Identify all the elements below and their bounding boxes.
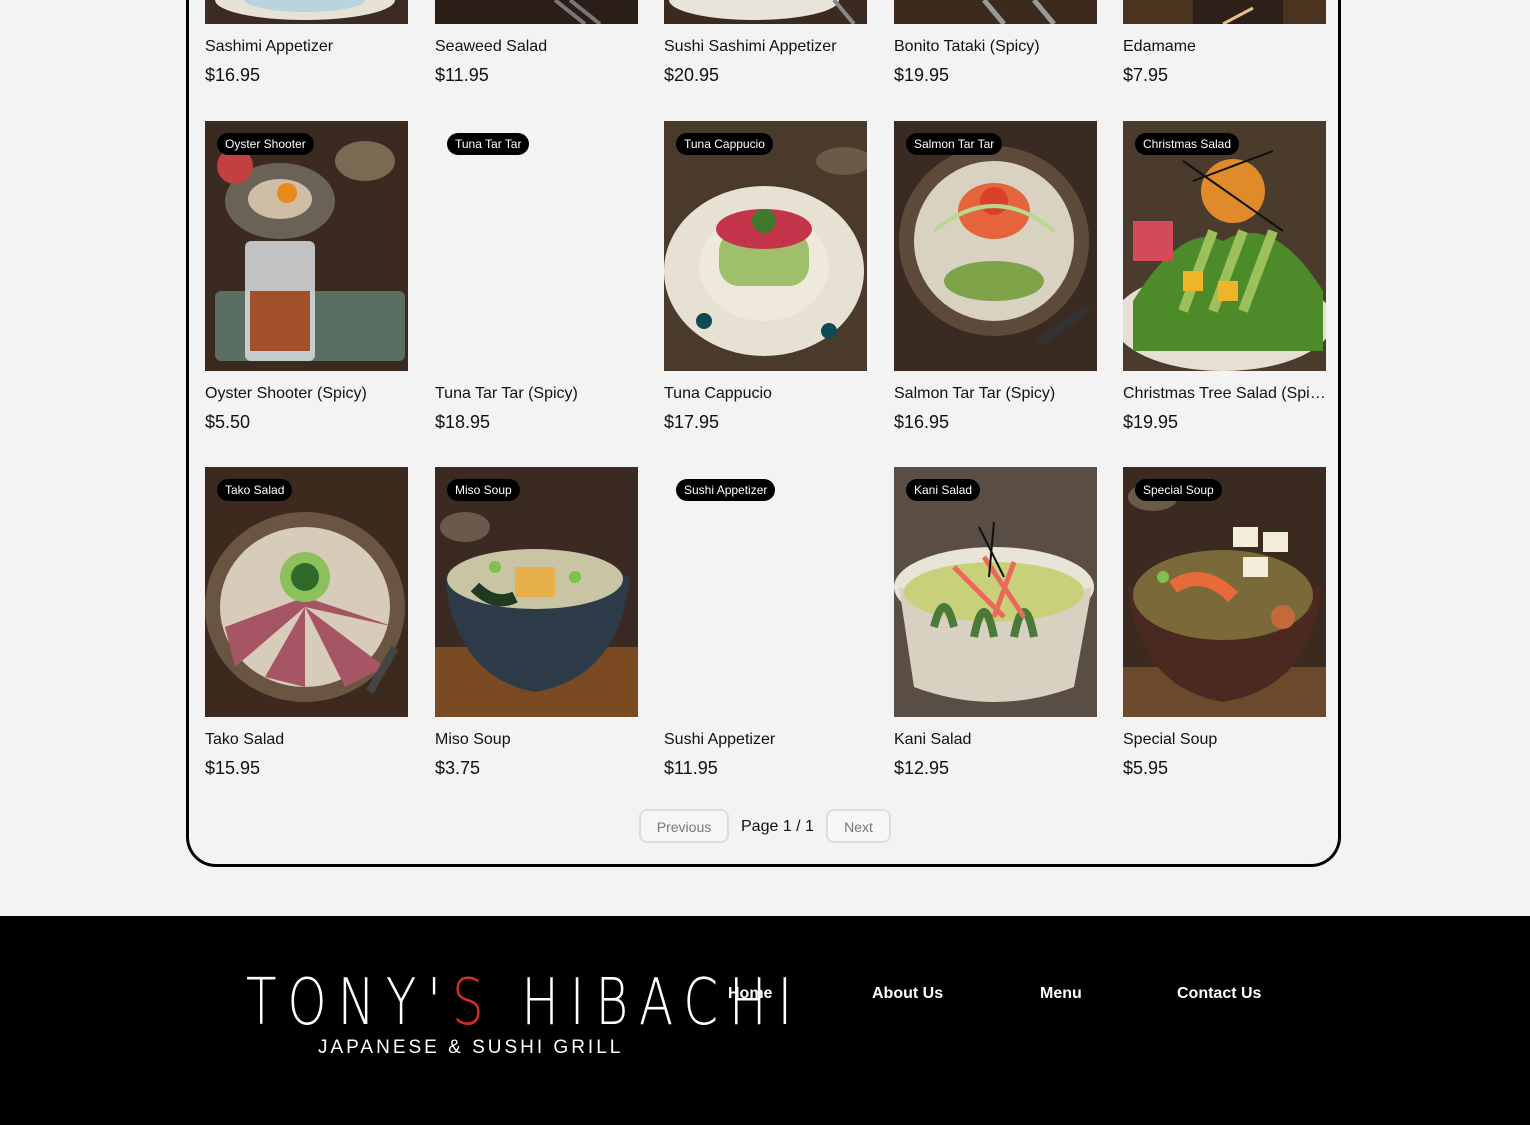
dish-price: $16.95 bbox=[205, 65, 261, 85]
dish-tag: Tako Salad bbox=[217, 479, 293, 501]
dish-name: Salmon Tar Tar (Spicy) bbox=[894, 385, 1056, 402]
menu-item[interactable]: Tuna Tar Tar Tuna Tar Tar (Spicy) $18.95 bbox=[435, 121, 638, 433]
dish-image bbox=[1123, 0, 1326, 24]
dish-image: Salmon Tar Tar bbox=[894, 121, 1097, 371]
dish-tag: Special Soup bbox=[1135, 479, 1222, 501]
dish-price: $17.95 bbox=[664, 412, 720, 432]
dish-price: $3.75 bbox=[435, 758, 481, 778]
menu-item[interactable]: Bonito Tataki (Spicy) $19.95 bbox=[894, 0, 1097, 86]
dish-name: Sashimi Appetizer bbox=[205, 38, 334, 55]
menu-item[interactable]: Tuna Cappucio Tuna Cappucio $17.95 bbox=[664, 121, 867, 433]
dish-tag: Miso Soup bbox=[447, 479, 520, 501]
footer-link-contact[interactable]: Contact Us bbox=[1177, 984, 1261, 1004]
dish-price: $19.95 bbox=[1123, 412, 1179, 432]
dish-price: $5.50 bbox=[205, 412, 251, 432]
dish-price: $12.95 bbox=[894, 758, 950, 778]
dish-image: Tako Salad bbox=[205, 467, 408, 717]
dish-tag: Salmon Tar Tar bbox=[906, 133, 1003, 155]
menu-item[interactable]: Sushi Appetizer Sushi Appetizer $11.95 bbox=[664, 467, 867, 779]
logo-subtitle: JAPANESE & SUSHI GRILL bbox=[318, 1037, 624, 1058]
dish-name: Tako Salad bbox=[205, 731, 285, 748]
menu-item[interactable]: Edamame $7.95 bbox=[1123, 0, 1326, 86]
dish-name: Kani Salad bbox=[894, 731, 972, 748]
dish-price: $5.95 bbox=[1123, 758, 1169, 778]
footer-link-about[interactable]: About Us bbox=[872, 984, 943, 1004]
dish-name: Seaweed Salad bbox=[435, 38, 548, 55]
dish-price: $18.95 bbox=[435, 412, 491, 432]
menu-item[interactable]: Oyster Shooter Oyster Shooter (Spicy) $5… bbox=[205, 121, 408, 433]
menu-item[interactable]: Salmon Tar Tar Salmon Tar Tar (Spicy) $1… bbox=[894, 121, 1097, 433]
dish-price: $15.95 bbox=[205, 758, 261, 778]
dish-image: Christmas Salad bbox=[1123, 121, 1326, 371]
dish-price: $11.95 bbox=[435, 65, 489, 85]
dish-price: $20.95 bbox=[664, 65, 720, 85]
dish-price: $19.95 bbox=[894, 65, 950, 85]
dish-tag: Tuna Cappucio bbox=[676, 133, 773, 155]
menu-item[interactable]: Seaweed Salad $11.95 bbox=[435, 0, 638, 86]
menu-item[interactable]: Tako Salad Tako Salad $15.95 bbox=[205, 467, 408, 779]
logo[interactable]: TONY'S HIBACHI bbox=[246, 966, 792, 1040]
logo-text-part1: TONY' bbox=[246, 966, 452, 1040]
menu-item[interactable]: Christmas Salad Christmas Tree Salad (Sp… bbox=[1123, 121, 1326, 433]
menu-item[interactable]: Sushi Sashimi Appetizer $20.95 bbox=[664, 0, 867, 86]
dish-image bbox=[894, 0, 1097, 24]
dish-name: Bonito Tataki (Spicy) bbox=[894, 38, 1040, 55]
dish-name: Special Soup bbox=[1123, 731, 1218, 748]
dish-name: Sushi Sashimi Appetizer bbox=[664, 38, 837, 55]
dish-image: Tuna Cappucio bbox=[664, 121, 867, 371]
dish-name: Christmas Tree Salad (Spicy) bbox=[1123, 385, 1326, 402]
dish-image: Miso Soup bbox=[435, 467, 638, 717]
dish-image bbox=[664, 0, 867, 24]
dish-price: $11.95 bbox=[664, 758, 718, 778]
dish-name: Sushi Appetizer bbox=[664, 731, 776, 748]
dish-tag: Sushi Appetizer bbox=[676, 479, 776, 501]
previous-button[interactable]: Previous bbox=[639, 809, 729, 843]
dish-image: Special Soup bbox=[1123, 467, 1326, 717]
next-button[interactable]: Next bbox=[826, 809, 891, 843]
footer-link-menu[interactable]: Menu bbox=[1040, 984, 1082, 1004]
dish-price: $7.95 bbox=[1123, 65, 1169, 85]
dish-name: Tuna Cappucio bbox=[664, 385, 772, 402]
page-indicator: Page 1 / 1 bbox=[741, 818, 814, 835]
dish-tag: Oyster Shooter bbox=[217, 133, 314, 155]
site-footer: TONY'S HIBACHI JAPANESE & SUSHI GRILL Ho… bbox=[0, 916, 1530, 1125]
dish-image: Oyster Shooter bbox=[205, 121, 408, 371]
pagination: Previous Page 1 / 1 Next bbox=[0, 809, 1530, 845]
dish-tag: Tuna Tar Tar bbox=[447, 133, 530, 155]
menu-grid-panel: Sashimi Appetizer $16.95 Seaweed Salad $… bbox=[186, 0, 1341, 867]
menu-item[interactable]: Kani Salad Kani Salad $12.95 bbox=[894, 467, 1097, 779]
dish-image bbox=[205, 0, 408, 24]
dish-price: $16.95 bbox=[894, 412, 950, 432]
dish-name: Miso Soup bbox=[435, 731, 511, 748]
dish-name: Tuna Tar Tar (Spicy) bbox=[435, 385, 578, 402]
dish-name: Edamame bbox=[1123, 38, 1196, 55]
dish-image: Sushi Appetizer bbox=[664, 467, 867, 717]
menu-item[interactable]: Special Soup Special Soup $5.95 bbox=[1123, 467, 1326, 779]
logo-text-accent: S bbox=[451, 966, 495, 1040]
dish-tag: Christmas Salad bbox=[1135, 133, 1240, 155]
dish-tag: Kani Salad bbox=[906, 479, 981, 501]
dish-name: Oyster Shooter (Spicy) bbox=[205, 385, 367, 402]
menu-item[interactable]: Miso Soup Miso Soup $3.75 bbox=[435, 467, 638, 779]
menu-item[interactable]: Sashimi Appetizer $16.95 bbox=[205, 0, 408, 86]
dish-image: Kani Salad bbox=[894, 467, 1097, 717]
footer-link-home[interactable]: Home bbox=[728, 984, 772, 1004]
dish-image: Tuna Tar Tar bbox=[435, 121, 638, 371]
dish-image bbox=[435, 0, 638, 24]
